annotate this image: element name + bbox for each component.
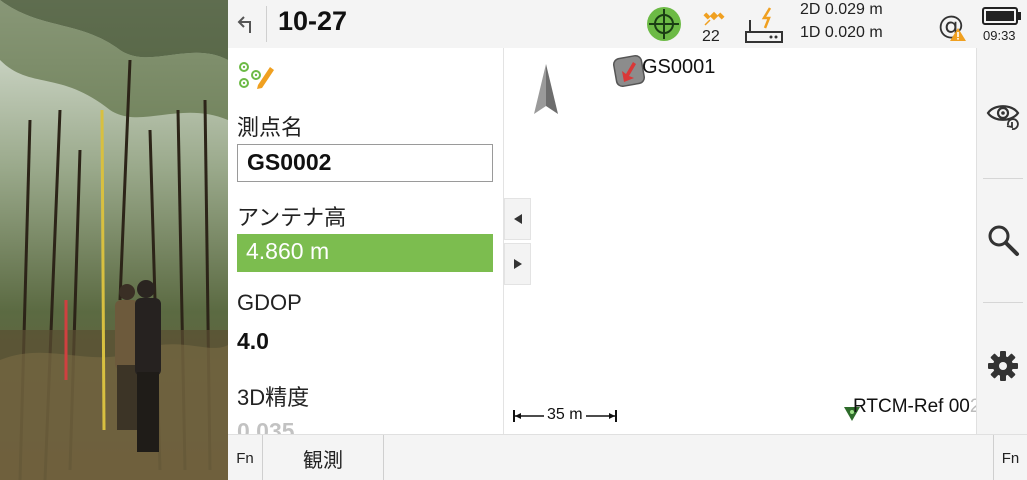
map-tools — [976, 48, 1027, 434]
zoom-button[interactable] — [983, 220, 1023, 260]
pan-left-button[interactable] — [504, 198, 531, 240]
back-button[interactable] — [228, 0, 266, 48]
antenna-height-field[interactable]: 4.860 m — [237, 234, 493, 272]
at-warning-icon[interactable]: @ — [936, 8, 970, 42]
radio-modem-icon[interactable] — [744, 6, 784, 44]
map-view[interactable]: GS0001 35 m RTCM-Ref 0025 — [503, 48, 991, 434]
precision-2d: 2D 0.029 m — [800, 1, 883, 18]
field-photo — [0, 0, 228, 480]
satellite-icon[interactable] — [702, 4, 726, 28]
divider — [266, 6, 267, 42]
base-station-label: RTCM-Ref 0025 — [853, 396, 991, 418]
survey-points-icon[interactable] — [238, 57, 276, 91]
job-title: 10-27 — [278, 6, 348, 36]
observe-button[interactable]: 観測 — [262, 435, 384, 480]
battery-icon — [982, 7, 1021, 25]
tool-divider — [983, 178, 1023, 179]
gdop-label: GDOP — [237, 290, 302, 315]
settings-button[interactable] — [983, 346, 1023, 386]
point-label: GS0001 — [642, 56, 716, 78]
north-arrow-icon — [534, 64, 558, 114]
triangle-left-icon — [513, 214, 522, 224]
gear-icon — [988, 351, 1018, 381]
softkey-bar: Fn 観測 Fn — [228, 434, 1027, 480]
precision-3d-value: 0.035 — [237, 418, 295, 434]
gdop-value: 4.0 — [237, 328, 269, 354]
scale-label: 35 m — [544, 406, 586, 424]
fn-key-right[interactable]: Fn — [993, 435, 1027, 480]
eye-refresh-icon — [986, 105, 1020, 130]
precision-1d: 1D 0.020 m — [800, 24, 883, 41]
clock: 09:33 — [983, 28, 1016, 43]
satellite-count: 22 — [702, 28, 720, 45]
fn-key-left[interactable]: Fn — [228, 435, 262, 480]
search-icon — [988, 225, 1019, 256]
pan-right-button[interactable] — [504, 243, 531, 285]
back-arrow-icon — [237, 16, 251, 33]
status-bar: 10-27 22 2D 0.029 m 1D 0.020 m @ 09:33 — [228, 0, 1027, 48]
rtk-fix-crosshair-icon[interactable] — [646, 6, 682, 42]
visibility-button[interactable] — [983, 96, 1023, 136]
observation-form: 測点名 GS0002 アンテナ高 4.860 m GDOP 4.0 3D精度 0… — [228, 48, 503, 434]
point-marker-icon[interactable] — [612, 54, 646, 88]
triangle-right-icon — [513, 259, 522, 269]
base-label-main: RTCM-Ref 00 — [853, 396, 970, 417]
precision-3d-label: 3D精度 — [237, 385, 310, 410]
point-name-input[interactable]: GS0002 — [237, 144, 493, 182]
antenna-height-label: アンテナ高 — [237, 205, 347, 230]
point-name-label: 測点名 — [237, 115, 304, 140]
tool-divider — [983, 302, 1023, 303]
